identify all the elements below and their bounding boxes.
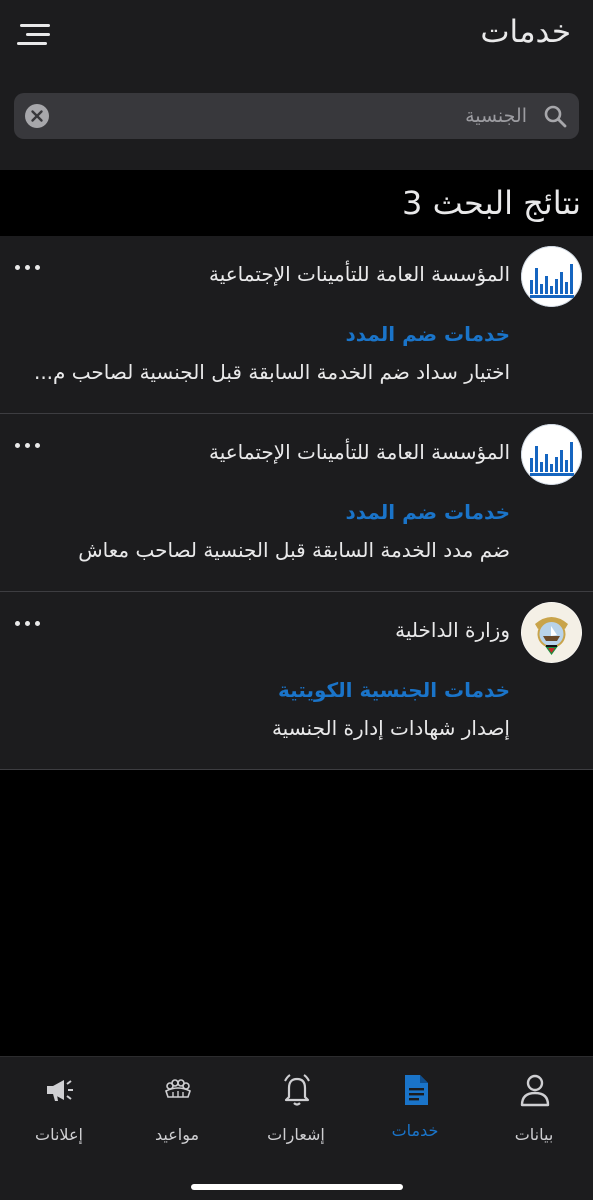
tab-announcements[interactable]: إعلانات [0,1057,118,1157]
more-options-icon[interactable] [14,440,42,450]
pifss-logo [521,424,582,485]
page-title: خدمات [480,14,571,50]
results-list: المؤسسة العامة للتأمينات الإجتماعية خدما… [0,236,593,770]
home-indicator[interactable] [191,1184,403,1190]
pifss-logo [521,246,582,307]
more-options-icon[interactable] [14,618,42,628]
tab-notifications[interactable]: إشعارات [237,1057,355,1157]
service-category: خدمات ضم المدد [345,500,510,524]
tab-services[interactable]: خدمات [356,1057,474,1157]
list-item[interactable]: وزارة الداخلية خدمات الجنسية الكويتية إص… [0,592,593,770]
bell-icon [284,1074,310,1106]
tab-label: بيانات [514,1125,554,1144]
clear-search-button[interactable] [25,104,49,128]
menu-icon[interactable] [17,22,51,48]
service-description: إصدار شهادات إدارة الجنسية [271,716,510,740]
megaphone-icon [47,1080,73,1101]
organization-name: المؤسسة العامة للتأمينات الإجتماعية [208,440,510,464]
close-icon [31,110,43,122]
service-description: اختيار سداد ضم الخدمة السابقة قبل الجنسي… [33,360,510,384]
organization-name: المؤسسة العامة للتأمينات الإجتماعية [208,262,510,286]
service-description: ضم مدد الخدمة السابقة قبل الجنسية لصاحب … [78,538,510,562]
search-bar [14,93,579,139]
tab-label: إعلانات [35,1125,83,1144]
document-icon [405,1075,428,1105]
kuwait-emblem [521,602,582,663]
tab-label: خدمات [391,1121,439,1140]
tab-label: مواعيد [154,1125,200,1144]
bottom-tab-bar: بيانات خدمات إشعارات مواعيد إعلانات [0,1056,593,1200]
more-options-icon[interactable] [14,262,42,272]
appointments-icon [165,1079,191,1098]
search-icon [544,105,567,128]
tab-appointments[interactable]: مواعيد [118,1057,236,1157]
search-input[interactable] [87,93,527,139]
organization-name: وزارة الداخلية [395,618,510,642]
tab-label: إشعارات [267,1125,325,1144]
list-item[interactable]: المؤسسة العامة للتأمينات الإجتماعية خدما… [0,236,593,414]
list-item[interactable]: المؤسسة العامة للتأمينات الإجتماعية خدما… [0,414,593,592]
service-category: خدمات الجنسية الكويتية [278,678,510,702]
tab-profile[interactable]: بيانات [475,1057,593,1157]
results-count-title: نتائج البحث 3 [402,184,581,222]
person-icon [520,1074,550,1107]
service-category: خدمات ضم المدد [345,322,510,346]
app-header: خدمات [0,0,593,170]
